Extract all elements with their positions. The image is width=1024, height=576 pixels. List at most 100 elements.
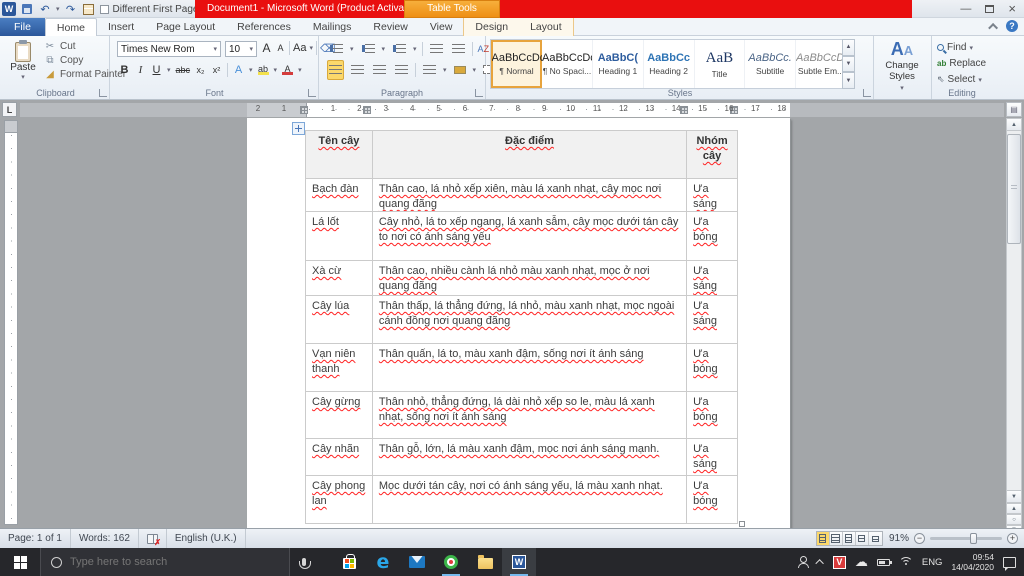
justify-button[interactable] — [393, 60, 410, 80]
paste-button[interactable]: Paste ▾ — [6, 40, 40, 86]
show-hidden-icons-chevron[interactable] — [815, 559, 823, 567]
proofing-errors-indicator[interactable] — [139, 529, 167, 548]
full-screen-reading-view-button[interactable] — [830, 532, 843, 545]
minimize-button[interactable]: — — [960, 3, 971, 15]
web-layout-view-button[interactable] — [843, 532, 856, 545]
table-cell[interactable]: Xà cừ — [306, 261, 373, 296]
undo-button[interactable]: ↶ — [38, 2, 52, 16]
tab-view[interactable]: View — [419, 18, 464, 36]
shading-button[interactable] — [452, 60, 468, 80]
tab-page-layout[interactable]: Page Layout — [145, 18, 226, 36]
numbering-button[interactable] — [359, 39, 377, 59]
table-cell[interactable]: Thân cao, lá nhỏ xếp xiên, màu lá xanh n… — [373, 179, 687, 212]
style-heading-1[interactable]: AaBbC(Heading 1 — [593, 40, 644, 88]
table-cell[interactable]: Cây nhỏ, lá to xếp ngang, lá xanh sẫm, c… — [373, 212, 687, 261]
scrollbar-thumb[interactable] — [1007, 134, 1021, 244]
table-cell[interactable]: Vạn niên thanh — [306, 344, 373, 392]
zoom-slider-thumb[interactable] — [970, 533, 977, 544]
battery-icon[interactable] — [877, 559, 890, 566]
table-cell[interactable]: Thân gỗ, lớn, lá màu xanh đậm, mọc nơi á… — [373, 439, 687, 476]
onedrive-cloud-icon[interactable]: ☁ — [855, 556, 868, 569]
style-title[interactable]: AaBTitle — [695, 40, 746, 88]
decrease-indent-button[interactable] — [428, 39, 445, 59]
tab-references[interactable]: References — [226, 18, 302, 36]
replace-button[interactable]: abReplace — [937, 58, 986, 69]
mail-taskbar-button[interactable] — [400, 548, 434, 576]
table-cell[interactable]: Ưa bóng — [687, 476, 738, 524]
help-icon[interactable]: ? — [1006, 20, 1018, 32]
language-indicator[interactable]: English (U.K.) — [167, 529, 246, 548]
redo-button[interactable]: ↷ — [64, 2, 78, 16]
font-dialog-launcher[interactable] — [308, 89, 316, 97]
subscript-button[interactable]: x₂ — [195, 65, 206, 75]
table-cell[interactable]: Thân cao, nhiều cành lá nhỏ màu xanh nhạ… — [373, 261, 687, 296]
table-header-cell[interactable]: Đặc điểm — [373, 131, 687, 179]
style-no-spacing[interactable]: AaBbCcDc¶ No Spaci... — [542, 40, 593, 88]
different-first-page-checkbox[interactable] — [100, 5, 109, 14]
tab-design[interactable]: Design — [464, 18, 519, 36]
horizontal-ruler[interactable]: 21123456789101112131415161718 — [20, 103, 1004, 117]
tab-home[interactable]: Home — [45, 18, 97, 36]
font-color-button[interactable]: A — [282, 65, 293, 75]
tab-mailings[interactable]: Mailings — [302, 18, 363, 36]
clipboard-dialog-launcher[interactable] — [99, 89, 107, 97]
word-taskbar-button[interactable]: W — [502, 548, 536, 576]
change-styles-button[interactable]: AA Change Styles▾ — [879, 40, 925, 93]
table-cell[interactable]: Cây nhãn — [306, 439, 373, 476]
text-effects-button[interactable]: A — [233, 64, 244, 76]
store-taskbar-button[interactable] — [332, 548, 366, 576]
italic-button[interactable]: I — [135, 64, 146, 76]
multilevel-list-button[interactable] — [390, 39, 408, 59]
table-cell[interactable]: Ưa sáng — [687, 296, 738, 344]
taskbar-clock[interactable]: 09:54 14/04/2020 — [951, 552, 994, 572]
paragraph-dialog-launcher[interactable] — [475, 89, 483, 97]
table-cell[interactable]: Ưa bóng — [687, 392, 738, 439]
app-taskbar-button[interactable] — [434, 548, 468, 576]
find-button[interactable]: Find▾ — [937, 42, 973, 53]
taskbar-search[interactable] — [40, 548, 290, 576]
underline-button[interactable]: U — [151, 64, 162, 76]
styles-scroll-up-button[interactable]: ▲ — [842, 39, 855, 56]
font-name-combobox[interactable]: Times New Rom▾ — [117, 41, 221, 57]
vertical-ruler[interactable] — [4, 120, 18, 525]
shrink-font-button[interactable]: A — [275, 43, 286, 53]
table-cell[interactable]: Thân quấn, lá to, màu xanh đậm, sống nơi… — [373, 344, 687, 392]
table-cell[interactable]: Ưa bóng — [687, 344, 738, 392]
tab-stop-selector[interactable]: L — [2, 102, 17, 117]
zoom-in-button[interactable]: + — [1007, 533, 1018, 544]
document-table[interactable]: Tên cây Đặc điểm Nhóm cây Bạch đàn Thân … — [305, 130, 738, 524]
save-button[interactable] — [20, 2, 34, 16]
table-move-handle[interactable] — [292, 122, 305, 135]
draft-view-button[interactable] — [869, 532, 882, 545]
styles-dialog-launcher[interactable] — [863, 89, 871, 97]
table-cell[interactable]: Lá lốt — [306, 212, 373, 261]
grow-font-button[interactable]: A — [261, 41, 272, 55]
select-browse-object-button[interactable]: ○ — [1006, 514, 1022, 525]
table-cell[interactable]: Mọc dưới tán cây, nơi có ánh sáng yếu, l… — [373, 476, 687, 524]
style-subtitle[interactable]: AaBbCc.Subtitle — [745, 40, 796, 88]
highlight-color-button[interactable]: ab — [258, 65, 269, 75]
line-spacing-button[interactable] — [421, 60, 438, 80]
scroll-down-arrow[interactable]: ▼ — [1006, 490, 1022, 503]
table-resize-handle[interactable] — [739, 521, 745, 527]
start-button[interactable] — [0, 548, 40, 576]
table-cell[interactable]: Bạch đàn — [306, 179, 373, 212]
undo-dropdown-arrow[interactable]: ▾ — [56, 5, 60, 13]
table-cell[interactable]: Ưa sáng — [687, 261, 738, 296]
tab-file[interactable]: File — [0, 18, 45, 36]
action-center-icon[interactable] — [1003, 557, 1016, 568]
select-button[interactable]: ⇖Select▾ — [937, 74, 982, 85]
ruler-column-marker[interactable] — [300, 106, 308, 114]
styles-scroll-down-button[interactable]: ▼ — [842, 56, 855, 73]
style-heading-2[interactable]: AaBbCcHeading 2 — [644, 40, 695, 88]
superscript-button[interactable]: x² — [211, 65, 222, 75]
increase-indent-button[interactable] — [450, 39, 467, 59]
bullets-button[interactable] — [327, 39, 345, 59]
previous-page-button[interactable]: ▲ — [1006, 503, 1022, 514]
people-icon[interactable] — [797, 556, 809, 568]
style-normal[interactable]: AaBbCcDc¶ Normal — [491, 40, 542, 88]
table-cell[interactable]: Thân nhỏ, thẳng đứng, lá dài nhỏ xếp so … — [373, 392, 687, 439]
v-app-tray-icon[interactable]: V — [833, 556, 846, 569]
edge-taskbar-button[interactable]: e — [366, 548, 400, 576]
ruler-toggle-button[interactable]: ▤ — [1006, 102, 1022, 117]
